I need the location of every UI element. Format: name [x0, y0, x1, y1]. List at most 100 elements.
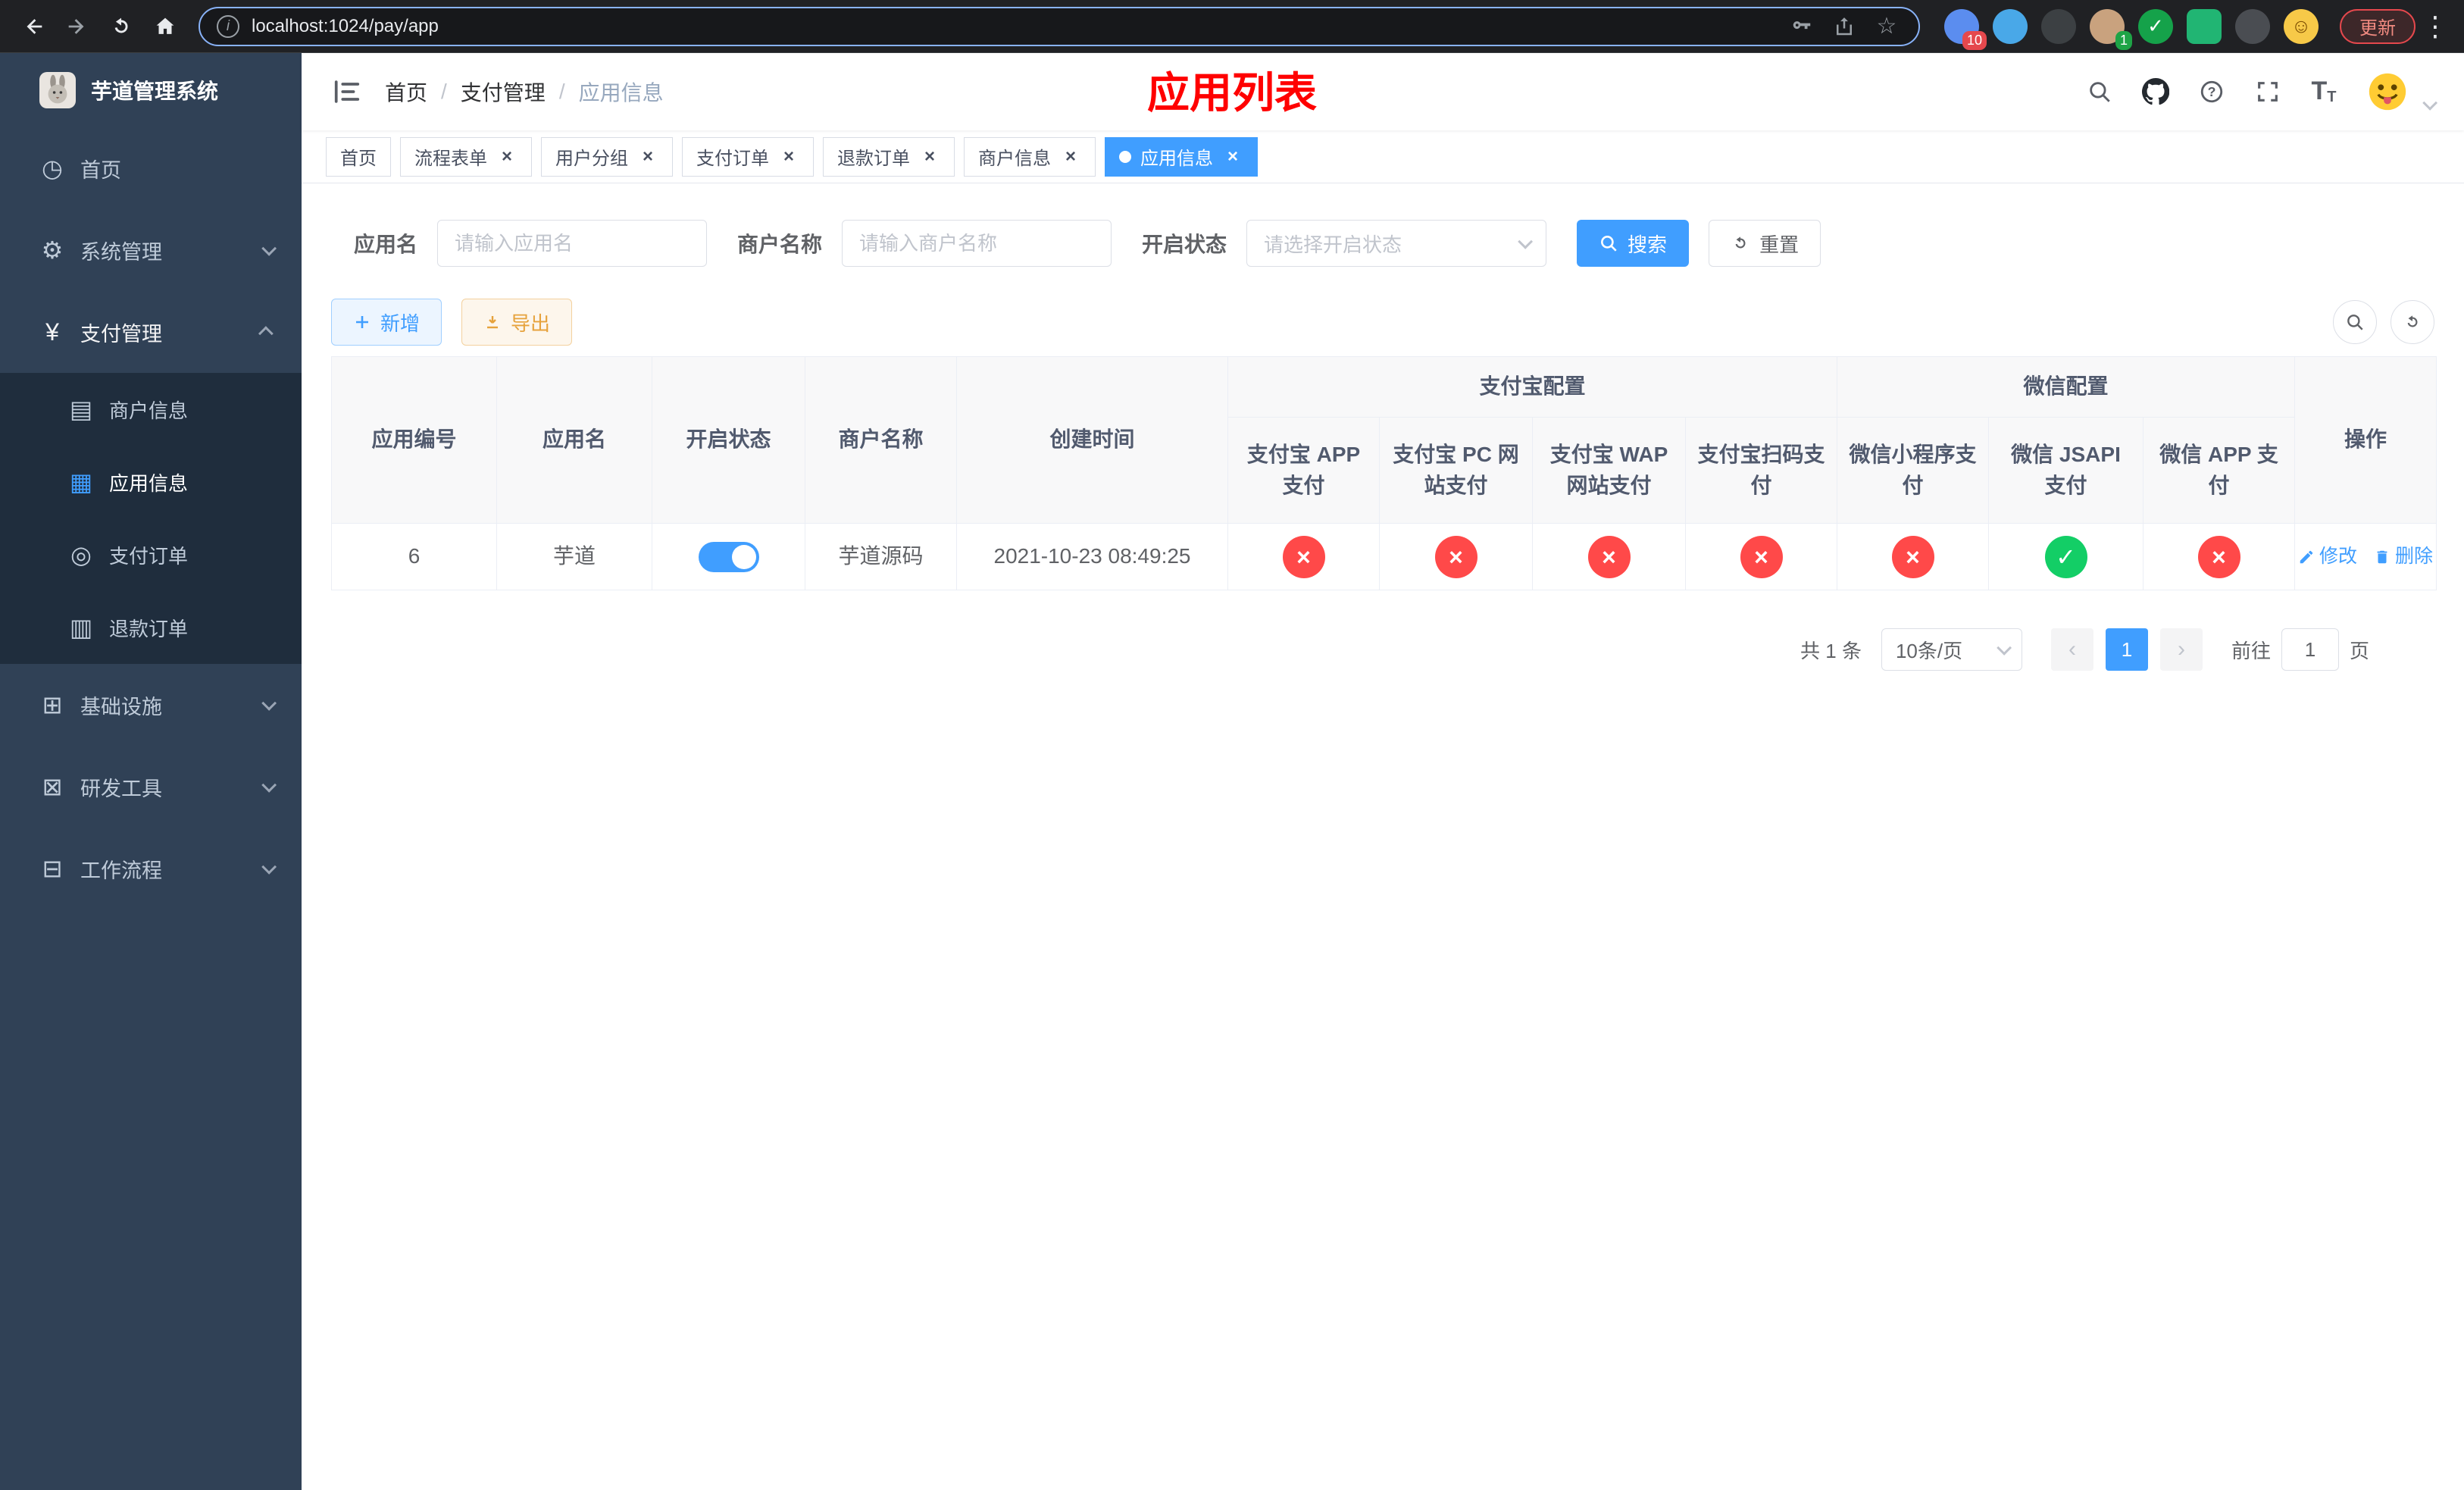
app-logo[interactable]: 芋道管理系统: [0, 53, 302, 127]
tab-merchant-info[interactable]: 商户信息 ×: [964, 136, 1096, 177]
cell-alipay-qr: ×: [1684, 523, 1838, 590]
sidebar-item-workflow[interactable]: ⊟ 工作流程: [0, 828, 302, 909]
merchant-name-input[interactable]: [842, 220, 1112, 267]
font-size-icon[interactable]: TT: [2309, 77, 2338, 106]
tab-payment-orders[interactable]: 支付订单 ×: [682, 136, 814, 177]
refresh-button[interactable]: [2391, 300, 2434, 344]
avatar-extension-icon[interactable]: 1: [2090, 8, 2132, 50]
chevron-down-icon: [261, 859, 277, 875]
goto-suffix: 页: [2349, 639, 2369, 662]
screen: i localhost:1024/pay/app ☆ 10 1 ✓ ☺ 更新 ⋮: [0, 0, 2464, 1490]
url-text: localhost:1024/pay/app: [252, 15, 439, 36]
avatar[interactable]: [2366, 70, 2409, 114]
refresh-icon: [1735, 236, 1746, 249]
search-icon: [1601, 236, 1617, 252]
reload-icon[interactable]: [102, 7, 141, 46]
search-button[interactable]: 搜索: [1577, 220, 1690, 267]
cell-app-name: 芋道: [496, 523, 652, 590]
green-check-extension-icon[interactable]: ✓: [2138, 8, 2173, 44]
sidebar-item-infrastructure[interactable]: ⊞ 基础设施: [0, 664, 302, 746]
pagination: 共 1 条 10条/页 ‹ 1 › 前往 页: [331, 628, 2436, 671]
breadcrumb-home[interactable]: 首页: [385, 77, 427, 107]
sidebar-item-refund-orders[interactable]: ▥ 退款订单: [0, 591, 302, 664]
col-alipay-pc: 支付宝 PC 网站支付: [1379, 417, 1533, 524]
help-icon[interactable]: ?: [2197, 77, 2226, 106]
apps-table: 应用编号 应用名 开启状态 商户名称 创建时间 支付宝配置 微信配置 操作 支付…: [331, 356, 2437, 590]
cell-actions: 修改 删除: [2294, 523, 2437, 590]
forward-icon[interactable]: [58, 7, 97, 46]
tab-user-group[interactable]: 用户分组 ×: [541, 136, 673, 177]
address-bar[interactable]: i localhost:1024/pay/app ☆: [199, 6, 1920, 46]
main-area: 首页 / 支付管理 / 应用信息 ? TT 首页 流程表单 × 用户分组 × 支…: [302, 53, 2464, 1490]
sidebar-item-payment-orders[interactable]: ◎ 支付订单: [0, 518, 302, 591]
edit-link[interactable]: 修改: [2298, 543, 2357, 570]
bookmark-star-icon[interactable]: ☆: [1871, 11, 1902, 42]
browser-menu-icon[interactable]: ⋮: [2420, 11, 2450, 42]
sidebar-collapse-icon[interactable]: [332, 77, 362, 107]
green-chat-extension-icon[interactable]: [2187, 8, 2222, 44]
home-icon[interactable]: [145, 7, 185, 46]
sidebar-item-home[interactable]: ◷ 首页: [0, 127, 302, 209]
tab-app-info[interactable]: 应用信息 ×: [1105, 136, 1258, 177]
app-name-label: 应用名: [354, 233, 418, 256]
close-icon[interactable]: ×: [778, 146, 799, 167]
close-icon[interactable]: ×: [496, 146, 518, 167]
tab-process-form[interactable]: 流程表单 ×: [400, 136, 532, 177]
chevron-down-icon: [261, 240, 277, 256]
tab-home[interactable]: 首页: [326, 136, 391, 177]
close-icon[interactable]: ×: [919, 146, 940, 167]
breadcrumb-separator: /: [441, 80, 447, 103]
delete-link[interactable]: 删除: [2374, 543, 2433, 570]
dark-circle-extension-icon[interactable]: [2041, 8, 2076, 44]
close-icon[interactable]: ×: [637, 146, 658, 167]
share-icon[interactable]: [1829, 11, 1859, 42]
sidebar-item-dev-tools[interactable]: ⊠ 研发工具: [0, 746, 302, 828]
sidebar-item-label: 商户信息: [109, 399, 189, 422]
sidebar-item-system[interactable]: ⚙ 系统管理: [0, 209, 302, 291]
page-1-button[interactable]: 1: [2105, 628, 2148, 671]
status-toggle[interactable]: [698, 542, 759, 573]
blue-grid-extension-icon[interactable]: 10: [1944, 8, 1987, 50]
sidebar-item-merchant-info[interactable]: ▤ 商户信息: [0, 373, 302, 446]
flow-icon: ⊟: [42, 855, 63, 882]
group-wechat: 微信配置: [1837, 356, 2296, 418]
toggle-search-button[interactable]: [2333, 300, 2377, 344]
sidebar-item-payment[interactable]: ¥ 支付管理: [0, 291, 302, 373]
extension-badge: 10: [1962, 31, 1987, 50]
page-content: 应用名 商户名称 开启状态 请选择开启状态 搜索 重置: [302, 183, 2464, 1490]
smiley-extension-icon[interactable]: ☺: [2284, 8, 2319, 44]
total-count: 共 1 条: [1800, 639, 1862, 662]
app-name-input[interactable]: [437, 220, 708, 267]
prev-page-button[interactable]: ‹: [2050, 628, 2093, 671]
back-icon[interactable]: [14, 7, 53, 46]
cell-wechat-mini: ×: [1837, 523, 1990, 590]
add-button[interactable]: 新增: [331, 299, 442, 346]
close-icon[interactable]: ×: [1222, 146, 1243, 167]
col-wechat-mini: 微信小程序支付: [1837, 417, 1990, 524]
close-icon[interactable]: ×: [1060, 146, 1081, 167]
fullscreen-icon[interactable]: [2253, 77, 2282, 106]
breadcrumb-payment[interactable]: 支付管理: [461, 77, 546, 107]
pinwheel-extension-icon[interactable]: [2235, 8, 2270, 44]
goto-page-input[interactable]: [2281, 628, 2339, 671]
status-circle: ×: [1434, 535, 1477, 578]
top-navbar: 首页 / 支付管理 / 应用信息 ? TT: [302, 53, 2464, 130]
tab-refund-orders[interactable]: 退款订单 ×: [823, 136, 955, 177]
site-info-icon[interactable]: i: [217, 14, 239, 38]
grid-icon: ▦: [69, 468, 93, 496]
col-app-name: 应用名: [496, 356, 652, 524]
export-button[interactable]: 导出: [461, 299, 573, 346]
status-select[interactable]: 请选择开启状态: [1246, 220, 1547, 267]
next-page-button[interactable]: ›: [2159, 628, 2203, 671]
status-circle: ×: [1282, 535, 1325, 578]
password-key-icon[interactable]: [1787, 11, 1817, 42]
search-icon[interactable]: [2085, 77, 2114, 106]
blue-gem-extension-icon[interactable]: [1993, 8, 2028, 44]
browser-update-button[interactable]: 更新: [2340, 8, 2416, 44]
reset-button[interactable]: 重置: [1709, 220, 1821, 267]
avatar-caret-icon[interactable]: [2422, 95, 2438, 111]
sidebar-item-app-info[interactable]: ▦ 应用信息: [0, 446, 302, 518]
page-size-select[interactable]: 10条/页: [1881, 628, 2022, 671]
github-icon[interactable]: [2141, 77, 2170, 106]
chevron-down-icon: [261, 695, 277, 711]
